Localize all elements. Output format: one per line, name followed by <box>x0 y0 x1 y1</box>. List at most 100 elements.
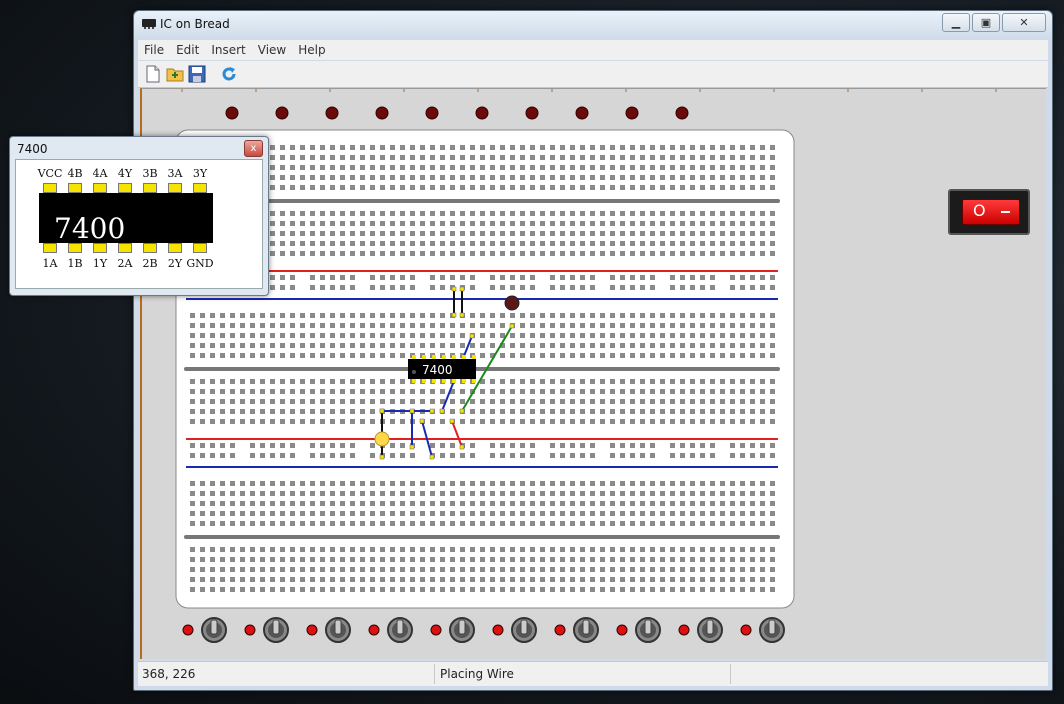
rail-hole[interactable] <box>290 285 295 290</box>
breadboard-hole[interactable] <box>590 379 595 384</box>
breadboard-hole[interactable] <box>290 145 295 150</box>
breadboard-hole[interactable] <box>420 231 425 236</box>
breadboard-hole[interactable] <box>570 221 575 226</box>
breadboard-hole[interactable] <box>430 333 435 338</box>
breadboard-hole[interactable] <box>320 145 325 150</box>
breadboard-hole[interactable] <box>490 409 495 414</box>
rail-hole[interactable] <box>470 443 475 448</box>
breadboard-hole[interactable] <box>440 231 445 236</box>
breadboard-hole[interactable] <box>590 343 595 348</box>
breadboard-hole[interactable] <box>250 379 255 384</box>
breadboard-hole[interactable] <box>730 241 735 246</box>
breadboard-hole[interactable] <box>760 145 765 150</box>
breadboard-hole[interactable] <box>600 511 605 516</box>
breadboard-hole[interactable] <box>490 399 495 404</box>
breadboard-hole[interactable] <box>230 343 235 348</box>
rail-hole[interactable] <box>560 443 565 448</box>
breadboard-hole[interactable] <box>470 511 475 516</box>
breadboard-hole[interactable] <box>410 521 415 526</box>
breadboard-hole[interactable] <box>690 231 695 236</box>
breadboard-hole[interactable] <box>220 521 225 526</box>
breadboard-hole[interactable] <box>520 353 525 358</box>
breadboard-hole[interactable] <box>740 353 745 358</box>
rail-hole[interactable] <box>340 453 345 458</box>
breadboard-hole[interactable] <box>330 221 335 226</box>
breadboard-hole[interactable] <box>770 251 775 256</box>
breadboard-hole[interactable] <box>710 155 715 160</box>
breadboard-hole[interactable] <box>700 333 705 338</box>
breadboard-hole[interactable] <box>450 333 455 338</box>
breadboard-hole[interactable] <box>760 399 765 404</box>
breadboard-hole[interactable] <box>270 231 275 236</box>
breadboard-hole[interactable] <box>650 211 655 216</box>
rail-hole[interactable] <box>590 453 595 458</box>
breadboard-hole[interactable] <box>480 419 485 424</box>
breadboard-hole[interactable] <box>540 389 545 394</box>
rail-hole[interactable] <box>640 443 645 448</box>
breadboard-hole[interactable] <box>380 313 385 318</box>
breadboard-hole[interactable] <box>650 231 655 236</box>
rail-hole[interactable] <box>550 275 555 280</box>
breadboard-hole[interactable] <box>410 389 415 394</box>
breadboard-hole[interactable] <box>680 587 685 592</box>
breadboard-hole[interactable] <box>390 547 395 552</box>
breadboard-hole[interactable] <box>530 379 535 384</box>
breadboard-hole[interactable] <box>500 155 505 160</box>
breadboard-hole[interactable] <box>590 323 595 328</box>
breadboard-hole[interactable] <box>770 145 775 150</box>
breadboard-hole[interactable] <box>600 323 605 328</box>
breadboard-hole[interactable] <box>460 343 465 348</box>
breadboard-hole[interactable] <box>500 251 505 256</box>
breadboard-hole[interactable] <box>440 481 445 486</box>
breadboard-hole[interactable] <box>480 481 485 486</box>
breadboard-hole[interactable] <box>550 343 555 348</box>
breadboard-hole[interactable] <box>490 511 495 516</box>
breadboard-hole[interactable] <box>270 353 275 358</box>
breadboard-hole[interactable] <box>360 343 365 348</box>
breadboard-hole[interactable] <box>570 333 575 338</box>
breadboard-hole[interactable] <box>380 211 385 216</box>
breadboard-hole[interactable] <box>470 481 475 486</box>
breadboard-hole[interactable] <box>770 521 775 526</box>
rail-hole[interactable] <box>710 285 715 290</box>
rail-hole[interactable] <box>270 443 275 448</box>
breadboard-hole[interactable] <box>270 501 275 506</box>
rail-hole[interactable] <box>450 275 455 280</box>
breadboard-hole[interactable] <box>310 399 315 404</box>
breadboard-hole[interactable] <box>670 379 675 384</box>
breadboard-hole[interactable] <box>760 313 765 318</box>
breadboard-hole[interactable] <box>420 547 425 552</box>
breadboard-hole[interactable] <box>670 165 675 170</box>
breadboard-hole[interactable] <box>360 251 365 256</box>
breadboard-hole[interactable] <box>250 587 255 592</box>
breadboard-hole[interactable] <box>300 323 305 328</box>
breadboard-hole[interactable] <box>370 353 375 358</box>
breadboard-hole[interactable] <box>270 333 275 338</box>
breadboard-hole[interactable] <box>610 491 615 496</box>
breadboard-hole[interactable] <box>210 419 215 424</box>
breadboard-hole[interactable] <box>280 547 285 552</box>
breadboard-hole[interactable] <box>470 145 475 150</box>
breadboard-hole[interactable] <box>370 175 375 180</box>
breadboard-hole[interactable] <box>510 399 515 404</box>
breadboard-hole[interactable] <box>600 145 605 150</box>
breadboard-hole[interactable] <box>540 491 545 496</box>
breadboard-hole[interactable] <box>560 481 565 486</box>
breadboard-hole[interactable] <box>390 313 395 318</box>
breadboard-hole[interactable] <box>240 333 245 338</box>
breadboard-hole[interactable] <box>330 521 335 526</box>
breadboard-hole[interactable] <box>700 389 705 394</box>
rail-hole[interactable] <box>650 285 655 290</box>
breadboard-hole[interactable] <box>760 511 765 516</box>
breadboard-hole[interactable] <box>770 491 775 496</box>
breadboard-hole[interactable] <box>560 577 565 582</box>
power-switch[interactable]: O <box>962 199 1020 225</box>
breadboard-hole[interactable] <box>520 577 525 582</box>
breadboard-hole[interactable] <box>260 521 265 526</box>
breadboard-hole[interactable] <box>740 165 745 170</box>
breadboard-hole[interactable] <box>730 343 735 348</box>
breadboard-hole[interactable] <box>230 409 235 414</box>
breadboard-hole[interactable] <box>680 323 685 328</box>
breadboard-hole[interactable] <box>360 587 365 592</box>
breadboard-hole[interactable] <box>320 379 325 384</box>
